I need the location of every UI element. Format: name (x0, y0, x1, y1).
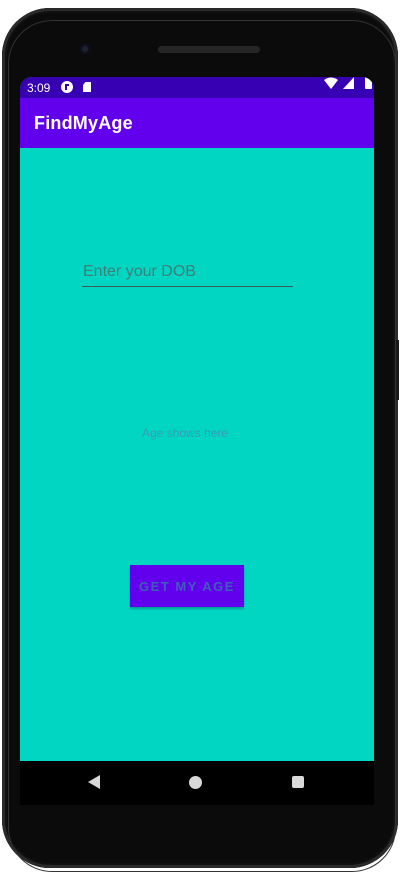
app-notification-icon (61, 81, 73, 93)
camera-icon (80, 44, 90, 54)
home-icon[interactable] (189, 776, 202, 789)
signal-icon (343, 77, 354, 89)
dob-input[interactable] (82, 257, 293, 287)
age-result-text: Age shows here (141, 426, 229, 440)
back-icon[interactable] (88, 775, 100, 789)
speaker-grille (158, 46, 260, 53)
wifi-icon (324, 77, 338, 89)
sd-card-icon (83, 82, 91, 92)
get-my-age-button[interactable]: GET MY AGE (130, 565, 244, 607)
app-title: FindMyAge (34, 113, 133, 133)
app-bar: FindMyAge (20, 98, 374, 148)
status-bar: 3:09 (20, 77, 374, 98)
battery-icon (365, 77, 372, 89)
navigation-bar (20, 761, 374, 805)
recents-icon[interactable] (292, 776, 304, 788)
power-button (396, 340, 399, 400)
status-time: 3:09 (27, 81, 51, 95)
app-screen: 3:09 FindMyAge Age shows here GET MY AGE (20, 77, 374, 761)
